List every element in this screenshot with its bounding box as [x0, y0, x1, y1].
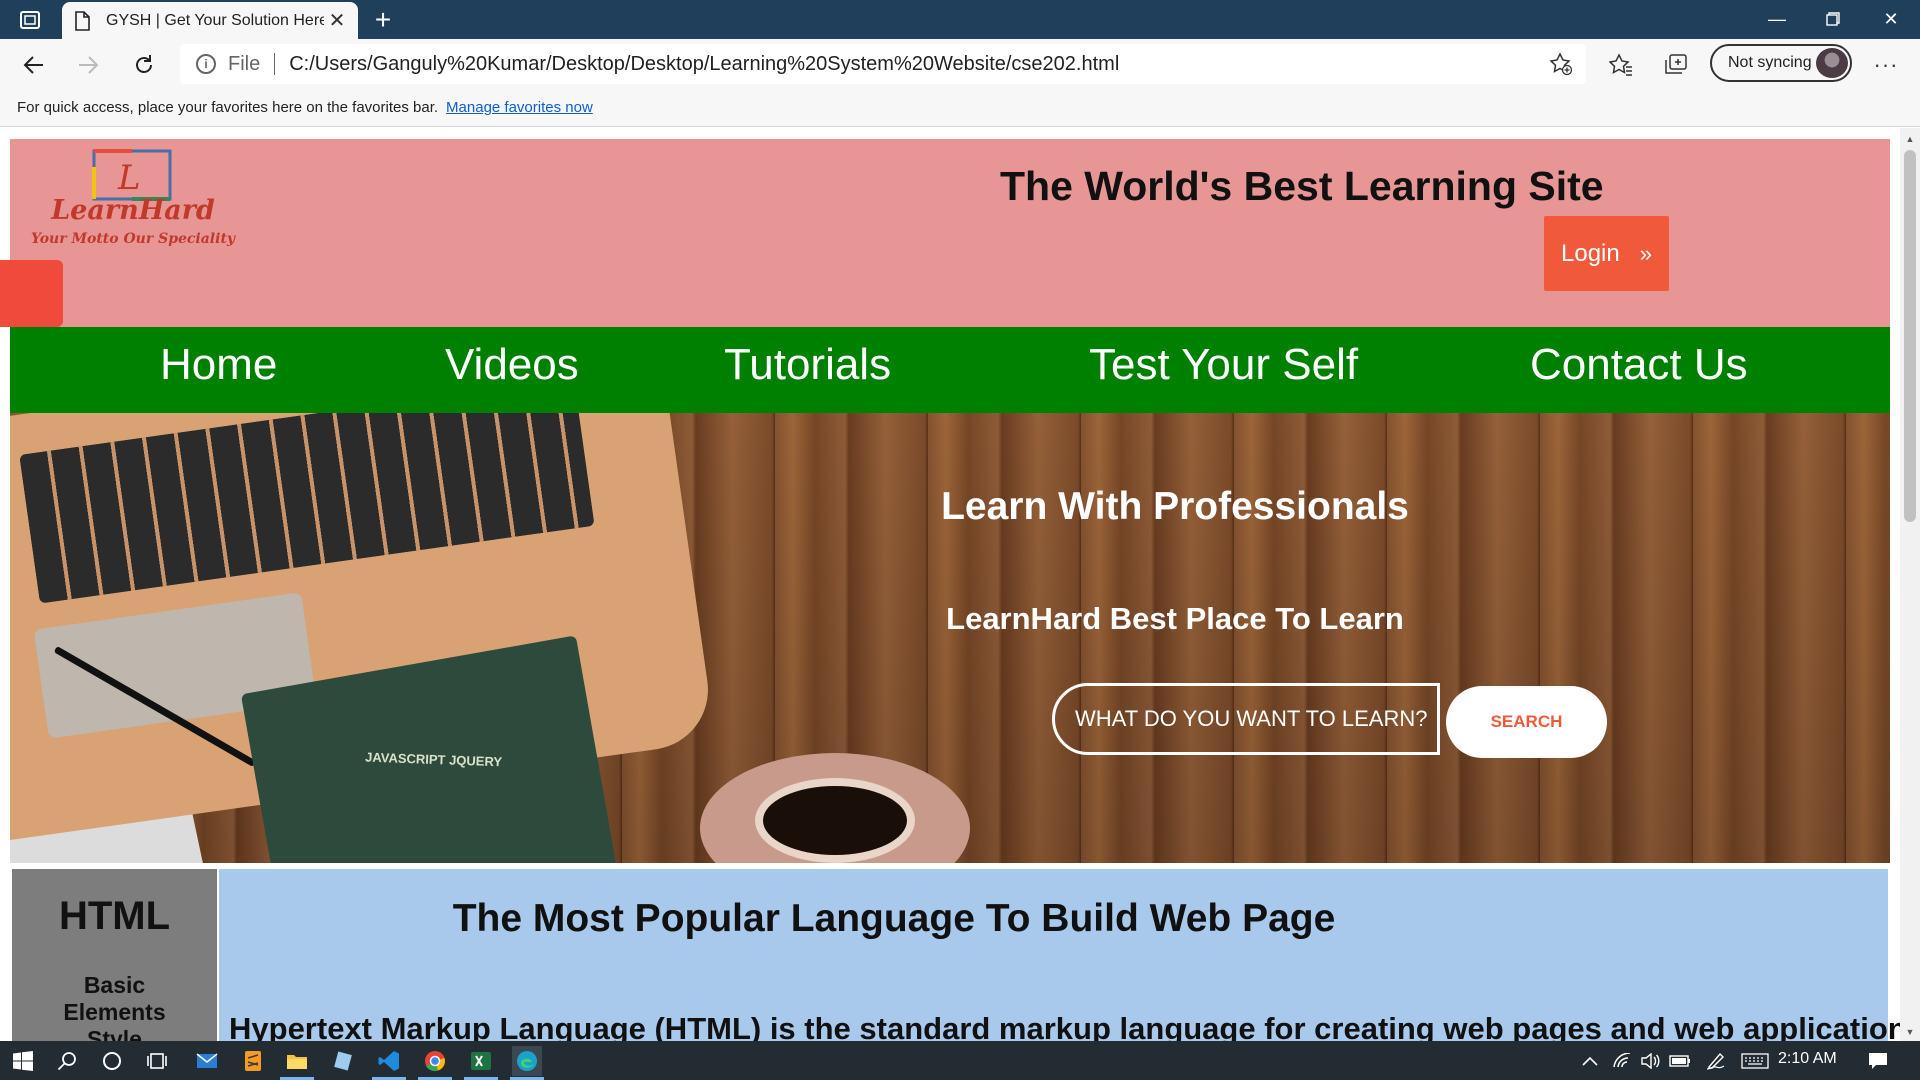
page-icon [74, 10, 92, 31]
more-options-icon[interactable]: ··· [1868, 47, 1904, 83]
search-icon[interactable] [52, 1046, 82, 1076]
scroll-down-icon[interactable]: ▼ [1900, 1025, 1920, 1039]
search-button[interactable]: SEARCH [1446, 686, 1607, 758]
file-explorer-icon[interactable] [282, 1046, 312, 1076]
sidebar-title: HTML [58, 894, 171, 938]
content-paragraph: Hypertext Markup Language (HTML) is the … [229, 1011, 1920, 1041]
manage-favorites-link[interactable]: Manage favorites now [446, 99, 593, 116]
site-logo[interactable]: L LearnHard Your Motto Our Speciality [28, 147, 238, 259]
chrome-icon[interactable] [420, 1046, 450, 1076]
main-content: The Most Popular Language To Build Web P… [219, 869, 1920, 1041]
browser-tab-active[interactable]: GYSH | Get Your Solution Here! ✕ [62, 2, 358, 39]
address-url[interactable]: C:/Users/Ganguly%20Kumar/Desktop/Desktop… [289, 53, 1544, 76]
sublime-text-icon[interactable] [238, 1046, 268, 1076]
windows-start-icon[interactable] [8, 1046, 38, 1076]
new-tab-button[interactable]: + [368, 4, 398, 35]
sidebar-link-style[interactable]: Style [12, 1026, 217, 1041]
nav-contact-us[interactable]: Contact Us [1530, 340, 1748, 390]
add-favorite-icon[interactable] [1544, 47, 1578, 81]
notifications-icon[interactable] [1866, 1050, 1890, 1072]
forward-icon[interactable] [70, 47, 106, 83]
login-button[interactable]: Login » [1544, 216, 1669, 291]
nav-test-your-self[interactable]: Test Your Self [1089, 340, 1358, 390]
scroll-up-icon[interactable]: ▲ [1900, 132, 1920, 146]
sync-label: Not syncing [1728, 54, 1812, 71]
excel-icon[interactable] [466, 1046, 496, 1076]
scroll-thumb[interactable] [1904, 150, 1916, 522]
minimize-icon[interactable]: — [1754, 0, 1800, 38]
site-title: The World's Best Learning Site [1000, 163, 1604, 209]
close-window-icon[interactable]: ✕ [1868, 0, 1914, 38]
profile-sync-button[interactable]: Not syncing [1710, 44, 1852, 82]
sidebar-link-elements[interactable]: Elements [12, 999, 217, 1026]
windows-taskbar: 2:10 AM [0, 1041, 1920, 1080]
hero-title: Learn With Professionals [941, 485, 1409, 528]
sidebar-link-basic[interactable]: Basic [12, 972, 217, 999]
laptop-keyboard [19, 413, 595, 604]
address-bar[interactable]: i File C:/Users/Ganguly%20Kumar/Desktop/… [180, 44, 1586, 84]
vscode-icon[interactable] [374, 1046, 404, 1076]
site-info-icon[interactable]: i [196, 54, 216, 74]
clock[interactable]: 2:10 AM [1778, 1050, 1837, 1068]
page-viewport: L LearnHard Your Motto Our Speciality Th… [0, 128, 1920, 1041]
page-scrollbar[interactable]: ▲ ▼ [1900, 128, 1920, 1041]
favorites-bar-hint: For quick access, place your favorites h… [17, 99, 439, 116]
browser-toolbar: i File C:/Users/Ganguly%20Kumar/Desktop/… [0, 39, 1920, 89]
coffee [755, 778, 915, 863]
chevron-right-icon: » [1639, 240, 1652, 266]
cortana-icon[interactable] [97, 1046, 127, 1076]
favorites-bar: For quick access, place your favorites h… [0, 89, 1920, 127]
chevron-up-icon[interactable] [1578, 1050, 1602, 1072]
nav-home[interactable]: Home [160, 340, 277, 390]
site-nav: Home Videos Tutorials Test Your Self Con… [10, 327, 1890, 413]
site-header: L LearnHard Your Motto Our Speciality Th… [10, 139, 1890, 327]
address-scheme: File [228, 52, 261, 75]
topic-sidebar: HTML Basic Elements Style [12, 869, 217, 1041]
side-tab[interactable] [0, 260, 63, 327]
logo-tagline: Your Motto Our Speciality [30, 231, 236, 247]
login-label: Login [1561, 239, 1620, 267]
tab-actions-icon[interactable] [16, 8, 44, 32]
favorites-icon[interactable] [1603, 47, 1639, 83]
content-title: The Most Popular Language To Build Web P… [452, 897, 1336, 940]
wifi-icon[interactable] [1610, 1050, 1634, 1072]
svg-text:L: L [117, 158, 141, 198]
task-view-icon[interactable] [142, 1046, 172, 1076]
collections-icon[interactable] [1658, 47, 1694, 83]
nav-tutorials[interactable]: Tutorials [724, 340, 891, 390]
tab-title: GYSH | Get Your Solution Here! [106, 11, 324, 29]
search-input[interactable]: WHAT DO YOU WANT TO LEARN? [1052, 683, 1440, 755]
back-icon[interactable] [16, 47, 52, 83]
mail-app-icon[interactable] [192, 1046, 222, 1076]
nav-videos[interactable]: Videos [445, 340, 579, 390]
logo-name: LearnHard [51, 195, 215, 226]
address-separator [274, 53, 276, 75]
hero-banner: JAVASCRIPT JQUERY Learn With Professiona… [10, 413, 1890, 863]
avatar [1816, 48, 1848, 78]
notepad-icon[interactable] [328, 1046, 358, 1076]
browser-titlebar: GYSH | Get Your Solution Here! ✕ + — ✕ [0, 0, 1920, 39]
refresh-icon[interactable] [126, 47, 162, 83]
battery-icon[interactable] [1668, 1050, 1692, 1072]
pen-workspace-icon[interactable] [1704, 1050, 1728, 1072]
hero-subtitle: LearnHard Best Place To Learn [946, 601, 1404, 636]
book-label: JAVASCRIPT JQUERY [364, 749, 503, 770]
edge-icon[interactable] [512, 1046, 542, 1076]
close-tab-icon[interactable]: ✕ [324, 8, 350, 34]
volume-icon[interactable] [1638, 1050, 1662, 1072]
restore-icon[interactable] [1810, 0, 1856, 38]
keyboard-icon[interactable] [1740, 1050, 1770, 1072]
